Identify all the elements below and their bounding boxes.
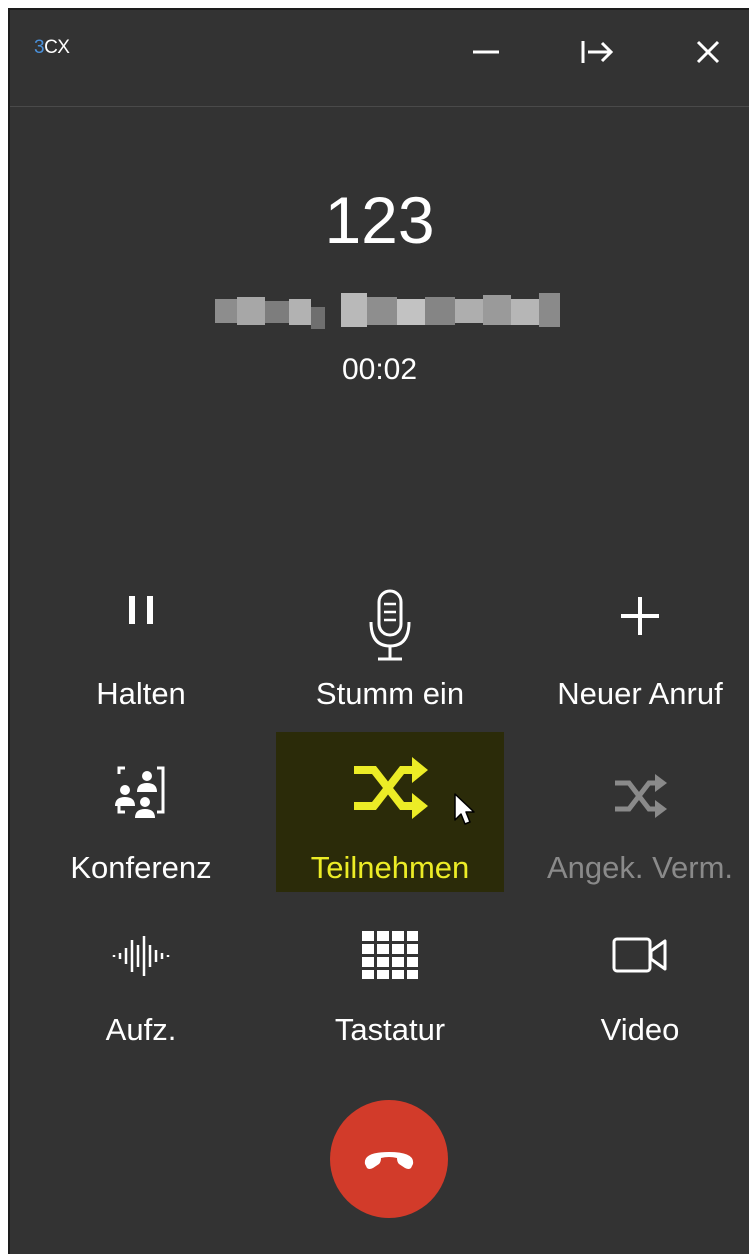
call-window: 3CX 123 00:02 Halten Stumm ein Neuer Anr…	[8, 8, 749, 1254]
minimize-icon	[473, 50, 499, 54]
video-label: Video	[600, 1012, 680, 1047]
title-bar: 3CX	[10, 10, 749, 107]
conference-label: Konferenz	[70, 850, 212, 885]
popout-icon	[581, 41, 614, 63]
video-button[interactable]: Video	[526, 918, 749, 1078]
hold-button[interactable]: Halten	[27, 580, 255, 740]
minimize-button[interactable]	[464, 30, 508, 74]
pause-icon	[129, 596, 153, 624]
app-logo: 3CX	[34, 37, 70, 59]
keypad-button[interactable]: Tastatur	[276, 918, 504, 1078]
call-duration: 00:02	[341, 353, 418, 386]
call-number: 123	[324, 183, 435, 257]
hold-label: Halten	[96, 676, 186, 711]
attended-transfer-button[interactable]: Angek. Verm.	[526, 732, 749, 892]
mute-button[interactable]: Stumm ein	[276, 580, 504, 740]
attended-transfer-label: Angek. Verm.	[546, 850, 734, 885]
mouse-cursor-icon	[454, 793, 475, 825]
popout-button[interactable]	[575, 30, 619, 74]
plus-icon	[621, 597, 659, 635]
shuffle-icon	[354, 757, 428, 819]
keypad-icon	[362, 931, 418, 979]
hangup-phone-icon	[364, 1152, 414, 1169]
shuffle-icon	[615, 774, 667, 818]
record-button[interactable]: Aufz.	[27, 918, 255, 1078]
keypad-label: Tastatur	[334, 1012, 446, 1047]
record-label: Aufz.	[105, 1012, 177, 1047]
join-label: Teilnehmen	[310, 850, 470, 885]
video-camera-icon	[612, 937, 667, 973]
caller-name-redacted	[215, 293, 560, 331]
hangup-button[interactable]	[330, 1100, 448, 1218]
close-button[interactable]	[686, 30, 730, 74]
close-icon	[696, 40, 720, 64]
mute-label: Stumm ein	[315, 676, 465, 711]
logo-suffix: CX	[44, 37, 70, 58]
soundwave-icon	[112, 936, 170, 976]
new-call-label: Neuer Anruf	[557, 676, 723, 711]
conference-button[interactable]: Konferenz	[27, 732, 255, 892]
logo-prefix: 3	[34, 37, 45, 58]
new-call-button[interactable]: Neuer Anruf	[526, 580, 749, 740]
conference-icon	[115, 766, 165, 818]
microphone-icon	[369, 589, 411, 661]
